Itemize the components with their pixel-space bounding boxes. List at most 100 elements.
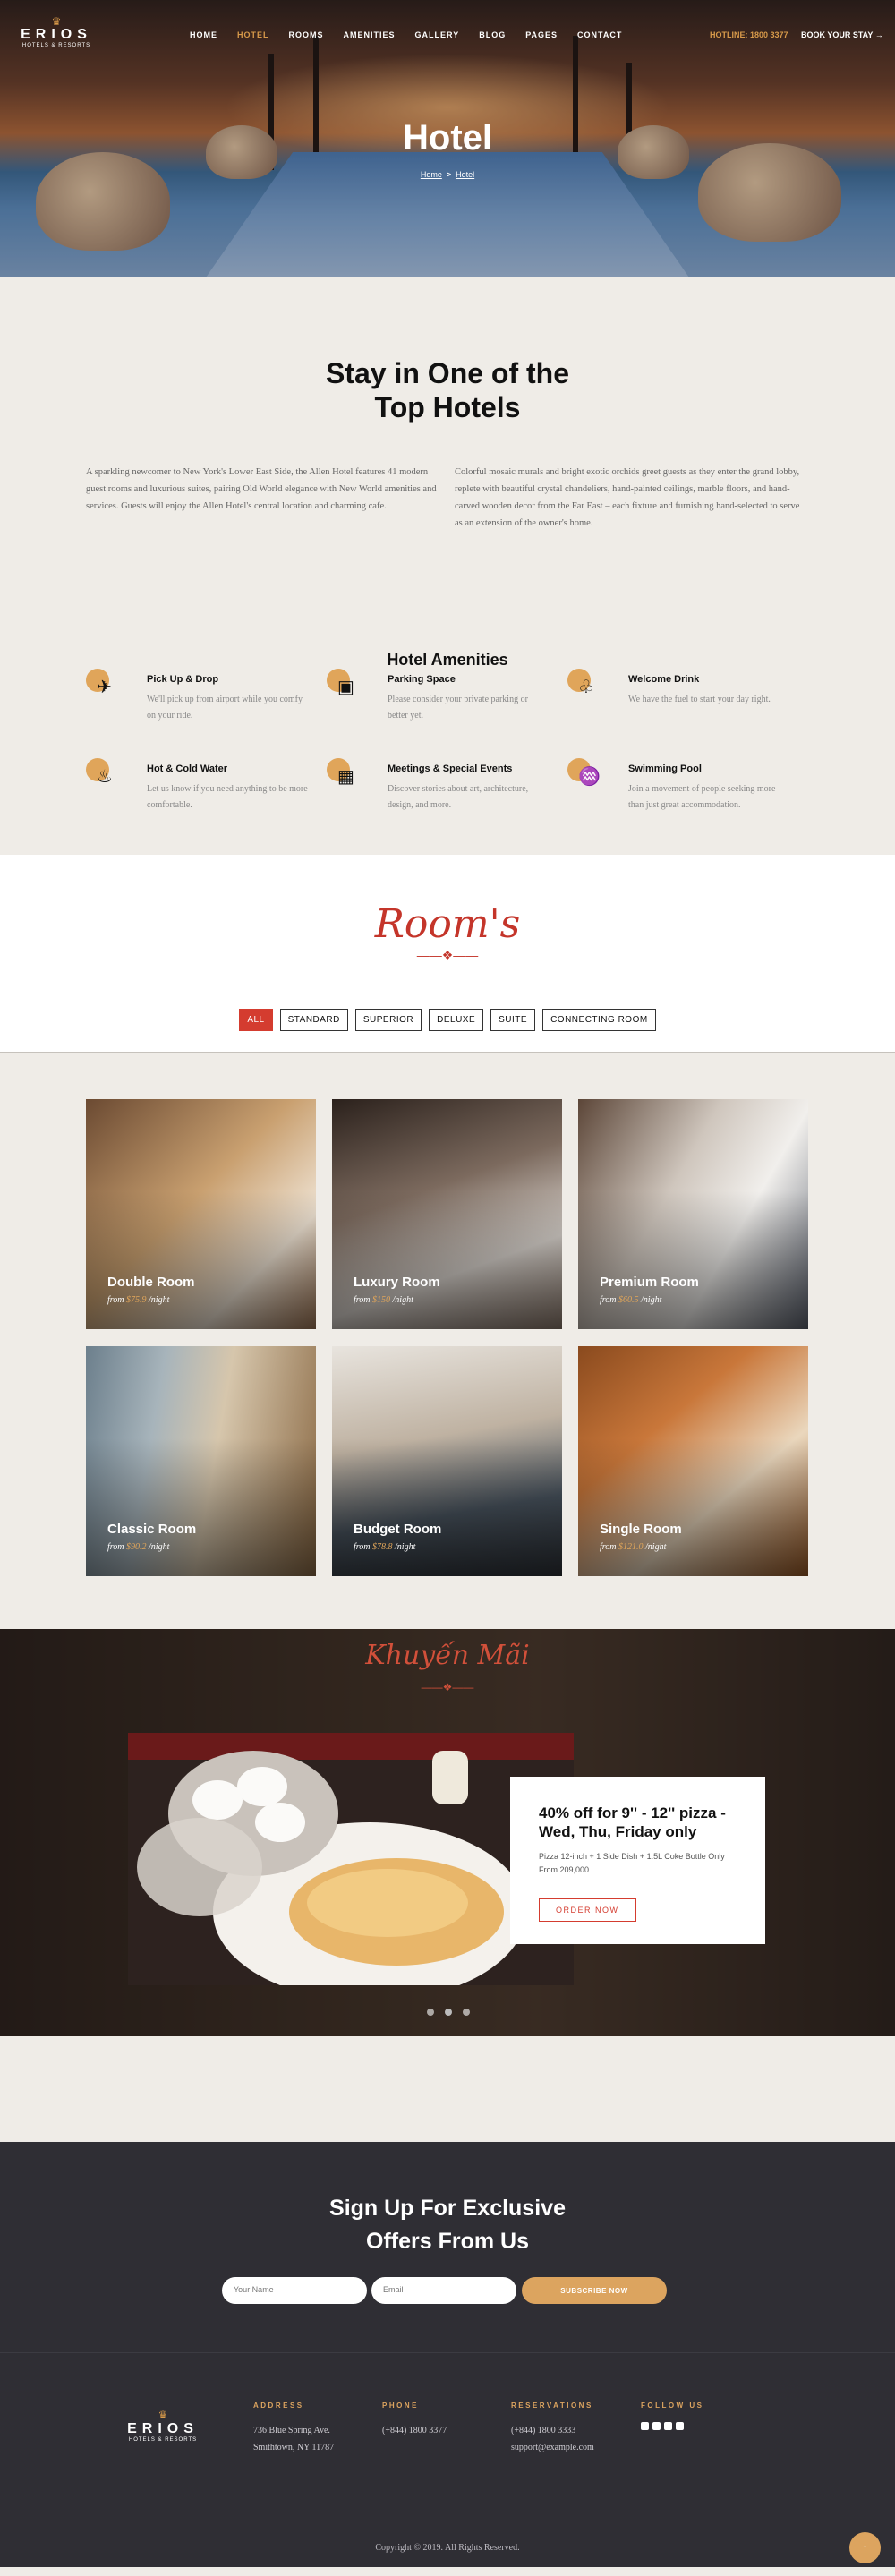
- promo-section: Khuyến Mãi ——❖—— 40% off for 9'' - 12'' …: [0, 1629, 895, 2036]
- filter-deluxe[interactable]: DELUXE: [429, 1009, 484, 1031]
- footer-reservations-heading: RESERVATIONS: [511, 2401, 593, 2410]
- logo-sub: HOTELS & RESORTS: [21, 43, 91, 48]
- crepes-plate-icon: [128, 1733, 574, 1985]
- filter-all[interactable]: ALL: [239, 1009, 273, 1031]
- main-menu: HOME HOTEL ROOMS AMENITIES GALLERY BLOG …: [190, 30, 622, 39]
- footer: ♛ ERIOS HOTELS & RESORTS ADDRESS 736 Blu…: [0, 2352, 895, 2567]
- room-card-luxury[interactable]: Luxury Room from $150 /night: [332, 1099, 562, 1329]
- signup-title-line2: Offers From Us: [366, 2229, 529, 2254]
- amenity-title: Welcome Drink: [628, 674, 700, 685]
- airplane-icon: ✈: [97, 678, 112, 697]
- intro-title-line1: Stay in One of the: [325, 357, 570, 389]
- menu-item-home[interactable]: HOME: [190, 30, 217, 39]
- promo-heading: 40% off for 9'' - 12'' pizza - Wed, Thu,…: [539, 1804, 726, 1840]
- name-input[interactable]: Your Name: [222, 2277, 367, 2304]
- room-price: from $150 /night: [354, 1295, 413, 1305]
- reservations-email[interactable]: support@example.com: [511, 2439, 594, 2456]
- breadcrumb-sep: >: [446, 170, 452, 179]
- calendar-icon: ▦: [337, 767, 354, 787]
- menu-item-gallery[interactable]: GALLERY: [415, 30, 460, 39]
- intro-title-line2: Top Hotels: [374, 391, 521, 423]
- amenity-title: Meetings & Special Events: [388, 763, 513, 774]
- filter-superior[interactable]: SUPERIOR: [354, 1009, 422, 1031]
- amenity-desc: Discover stories about art, architecture…: [388, 784, 529, 810]
- order-now-button[interactable]: ORDER NOW: [539, 1898, 636, 1922]
- filter-standard[interactable]: STANDARD: [279, 1009, 348, 1031]
- spacer: [0, 2036, 895, 2142]
- menu-item-rooms[interactable]: ROOMS: [289, 30, 324, 39]
- menu-item-pages[interactable]: PAGES: [525, 30, 558, 39]
- room-name: Luxury Room: [354, 1275, 440, 1290]
- copyright: Copyright © 2019. All Rights Reserved.: [375, 2543, 520, 2553]
- cocktail-icon: ♧: [578, 678, 594, 697]
- footer-follow-heading: FOLLOW US: [641, 2401, 704, 2410]
- filter-connecting-room[interactable]: CONNECTING ROOM: [542, 1009, 656, 1031]
- intro-right-text: Colorful mosaic murals and bright exotic…: [455, 467, 800, 528]
- footer-logo[interactable]: ♛ ERIOS HOTELS & RESORTS: [123, 2409, 203, 2443]
- room-card-premium[interactable]: Premium Room from $60.5 /night: [578, 1099, 808, 1329]
- breadcrumb-home[interactable]: Home: [421, 170, 442, 179]
- carousel-dot[interactable]: [463, 2009, 470, 2016]
- twitter-icon[interactable]: [652, 2422, 661, 2430]
- rooms-header: Room's ——❖—— ALL STANDARD SUPERIOR DELUX…: [0, 855, 895, 1052]
- menu-item-amenities[interactable]: AMENITIES: [344, 30, 396, 39]
- carousel-dots: [427, 2009, 470, 2016]
- facebook-icon[interactable]: [641, 2422, 649, 2430]
- signup-title: Sign Up For Exclusive Offers From Us: [0, 2192, 895, 2258]
- logo-name: ERIOS: [127, 2421, 199, 2436]
- filter-suite[interactable]: SUITE: [490, 1009, 536, 1031]
- amenity-title: Pick Up & Drop: [147, 674, 219, 685]
- swimming-pool-icon: ♒: [578, 767, 601, 787]
- room-price: from $121.0 /night: [600, 1542, 667, 1552]
- room-card-classic[interactable]: Classic Room from $90.2 /night: [86, 1346, 316, 1576]
- room-name: Premium Room: [600, 1275, 699, 1290]
- carousel-dot[interactable]: [445, 2009, 452, 2016]
- email-input[interactable]: Email: [371, 2277, 516, 2304]
- book-your-stay-link[interactable]: BOOK YOUR STAY →: [801, 30, 883, 39]
- signup-title-line1: Sign Up For Exclusive: [329, 2196, 566, 2221]
- top-nav: ♛ ERIOS HOTELS & RESORTS HOME HOTEL ROOM…: [0, 0, 895, 70]
- breadcrumb: Home > Hotel: [0, 170, 895, 179]
- amenity-title: Parking Space: [388, 674, 456, 685]
- amenity-desc: We have the fuel to start your day right…: [628, 695, 771, 704]
- instagram-icon[interactable]: [664, 2422, 672, 2430]
- carousel-dot[interactable]: [427, 2009, 434, 2016]
- room-card-single[interactable]: Single Room from $121.0 /night: [578, 1346, 808, 1576]
- room-filters: ALL STANDARD SUPERIOR DELUXE SUITE CONNE…: [0, 1009, 895, 1031]
- amenity-desc: Join a movement of people seeking more t…: [628, 784, 776, 810]
- hero: ♛ ERIOS HOTELS & RESORTS HOME HOTEL ROOM…: [0, 0, 895, 277]
- hotline[interactable]: HOTLINE: 1800 3377: [710, 30, 788, 39]
- logo-sub: HOTELS & RESORTS: [128, 2437, 198, 2443]
- social-icons: [641, 2422, 704, 2430]
- back-to-top-button[interactable]: ↑: [849, 2532, 881, 2563]
- ornament-divider-icon: ——❖——: [416, 948, 479, 962]
- footer-phone-heading: PHONE: [382, 2401, 419, 2410]
- menu-item-hotel[interactable]: HOTEL: [237, 30, 269, 39]
- room-price-value: $121.0: [618, 1542, 644, 1552]
- room-card-double[interactable]: Double Room from $75.9 /night: [86, 1099, 316, 1329]
- room-price-value: $60.5: [618, 1295, 639, 1305]
- footer-address-text: 736 Blue Spring Ave. Smithtown, NY 11787: [253, 2426, 335, 2452]
- signup-section: Sign Up For Exclusive Offers From Us You…: [0, 2142, 895, 2352]
- reservations-phone[interactable]: (+844) 1800 3333: [511, 2422, 594, 2439]
- page-title: Hotel: [403, 118, 492, 158]
- room-name: Single Room: [600, 1522, 682, 1537]
- promo-food-image: [128, 1733, 574, 1985]
- room-name: Classic Room: [107, 1522, 197, 1537]
- footer-phone: PHONE (+844) 1800 3377: [382, 2401, 447, 2439]
- room-card-budget[interactable]: Budget Room from $78.8 /night: [332, 1346, 562, 1576]
- youtube-icon[interactable]: [676, 2422, 684, 2430]
- footer-address-heading: ADDRESS: [253, 2401, 304, 2410]
- amenities-title: Hotel Amenities: [387, 651, 508, 669]
- logo[interactable]: ♛ ERIOS HOTELS & RESORTS: [16, 16, 97, 48]
- room-name: Budget Room: [354, 1522, 442, 1537]
- footer-phone-number[interactable]: (+844) 1800 3377: [382, 2422, 447, 2439]
- subscribe-button[interactable]: SUBSCRIBE NOW: [522, 2277, 667, 2304]
- menu-item-blog[interactable]: BLOG: [479, 30, 506, 39]
- menu-item-contact[interactable]: CONTACT: [577, 30, 622, 39]
- footer-follow: FOLLOW US: [641, 2401, 704, 2430]
- crown-icon: ♛: [158, 2409, 168, 2421]
- logo-name: ERIOS: [21, 27, 92, 42]
- footer-address: ADDRESS 736 Blue Spring Ave. Smithtown, …: [253, 2401, 334, 2456]
- room-price-value: $75.9: [126, 1295, 147, 1305]
